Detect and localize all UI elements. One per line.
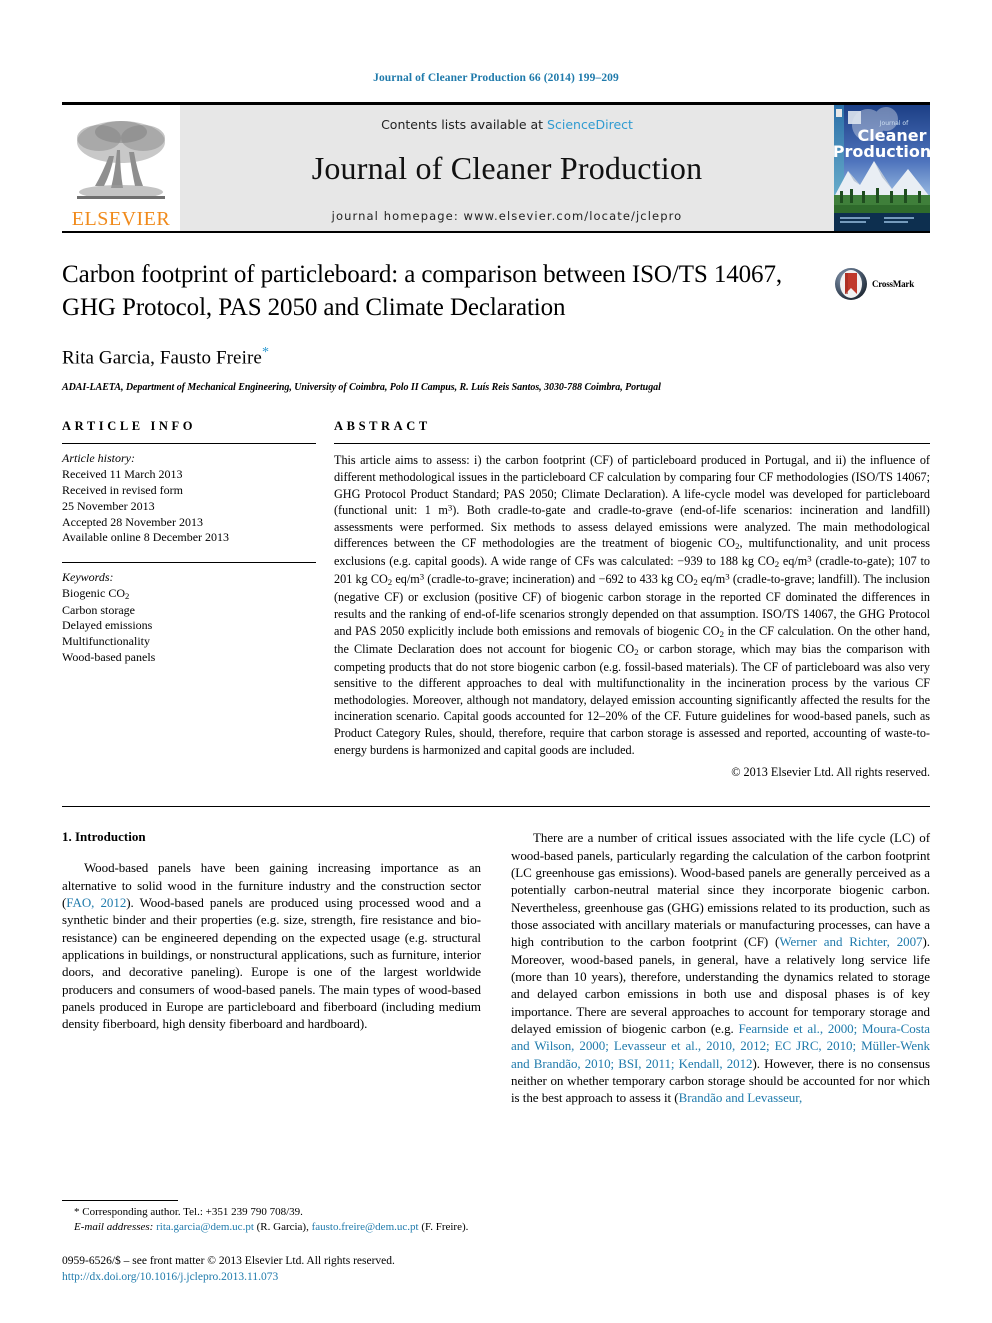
keyword-item: Multifunctionality: [62, 634, 150, 649]
body-top-rule: [62, 806, 930, 808]
keywords-label: Keywords:: [62, 570, 114, 585]
keywords-block: Keywords: Biogenic CO2 Carbon storage De…: [62, 570, 316, 666]
contents-available-line: Contents lists available at ScienceDirec…: [381, 117, 633, 132]
running-head: Journal of Cleaner Production 66 (2014) …: [373, 72, 619, 84]
keywords-rule: [62, 562, 316, 564]
cover-image: Journal of Cleaner Production: [834, 105, 930, 231]
doi-link[interactable]: http://dx.doi.org/10.1016/j.jclepro.2013…: [62, 1269, 482, 1285]
body-column-left: 1. Introduction Wood-based panels have b…: [62, 829, 481, 1107]
email-label: E-mail addresses:: [74, 1220, 154, 1233]
issn-line: 0959-6526/$ – see front matter © 2013 El…: [62, 1254, 395, 1267]
issn-block: 0959-6526/$ – see front matter © 2013 El…: [62, 1253, 482, 1285]
citation-werner-richter-2007[interactable]: Werner and Richter, 2007: [779, 934, 922, 949]
elsevier-logo: ELSEVIER: [62, 105, 180, 231]
sciencedirect-link[interactable]: ScienceDirect: [547, 117, 633, 132]
author-list: Rita Garcia, Fausto Freire*: [62, 345, 816, 369]
corresponding-author-marker: *: [261, 345, 270, 360]
email-link-garcia[interactable]: rita.garcia@dem.uc.pt: [156, 1221, 254, 1233]
abstract-text: This article aims to assess: i) the carb…: [334, 453, 931, 757]
article-info-heading: ARTICLE INFO: [62, 419, 197, 434]
footnote-rule: [62, 1199, 178, 1201]
body-columns: 1. Introduction Wood-based panels have b…: [62, 829, 930, 1107]
journal-cover-thumbnail: Journal of Cleaner Production: [834, 105, 930, 231]
abstract-column: ABSTRACT This article aims to assess: i)…: [334, 419, 930, 780]
keyword-item: Biogenic CO2: [62, 586, 130, 602]
abstract-copyright: © 2013 Elsevier Ltd. All rights reserved…: [731, 765, 930, 780]
elsevier-tree-icon: [77, 121, 165, 199]
article-history-item: Received in revised form: [62, 482, 183, 497]
intro-left-b: ). Wood-based panels are produced using …: [62, 894, 481, 1032]
crossmark-badge[interactable]: CrossMark: [834, 259, 930, 301]
article-info-column: ARTICLE INFO Article history: Received 1…: [62, 419, 316, 780]
article-info-rule: [62, 443, 316, 445]
journal-homepage[interactable]: journal homepage: www.elsevier.com/locat…: [332, 209, 683, 223]
citation-fao-2012[interactable]: FAO, 2012: [66, 895, 126, 910]
article-page: Journal of Cleaner Production 66 (2014) …: [0, 0, 992, 1323]
masthead-bottom-rule: [62, 231, 930, 233]
article-history-block: Article history: Received 11 March 2013 …: [62, 451, 316, 546]
info-abstract-row: ARTICLE INFO Article history: Received 1…: [62, 419, 930, 780]
email-link-freire[interactable]: fausto.freire@dem.uc.pt: [312, 1221, 419, 1233]
abstract-part: eq/m: [392, 572, 420, 587]
intro-right-a: There are a number of critical issues as…: [511, 830, 930, 950]
article-history-label: Article history:: [62, 451, 135, 466]
article-history-item: 25 November 2013: [62, 498, 155, 513]
citation-brandao-levasseur[interactable]: Brandão and Levasseur,: [679, 1090, 803, 1105]
keyword-item: Delayed emissions: [62, 618, 153, 633]
article-history-item: Available online 8 December 2013: [62, 530, 230, 545]
email-addresses-note: E-mail addresses: rita.garcia@dem.uc.pt …: [62, 1220, 482, 1235]
intro-paragraph-left: Wood-based panels have been gaining incr…: [62, 859, 481, 1032]
abstract-part: or carbon storage, which may bias the co…: [334, 641, 931, 757]
journal-title: Journal of Cleaner Production: [311, 150, 703, 186]
abstract-part: (cradle-to-grave; incineration) and −692…: [424, 572, 694, 587]
title-block: Carbon footprint of particleboard: a com…: [62, 259, 930, 393]
body-column-right: There are a number of critical issues as…: [511, 829, 930, 1107]
keyword-item: Wood-based panels: [62, 650, 156, 665]
footnote-block: * Corresponding author. Tel.: +351 239 7…: [62, 1199, 482, 1285]
intro-paragraph-right: There are a number of critical issues as…: [511, 829, 930, 1107]
author-names: Rita Garcia, Fausto Freire: [62, 347, 262, 369]
article-history-item: Accepted 28 November 2013: [62, 514, 203, 529]
svg-text:Production: Production: [834, 142, 930, 161]
email-owner-freire: (F. Freire).: [421, 1220, 469, 1233]
abstract-part: eq/m: [697, 572, 726, 587]
journal-masthead: ELSEVIER Contents lists available at Sci…: [62, 102, 930, 231]
abstract-heading: ABSTRACT: [334, 419, 431, 434]
abstract-part: eq/m: [779, 554, 808, 569]
affiliation: ADAI-LAETA, Department of Mechanical Eng…: [62, 382, 661, 394]
section-heading-introduction: 1. Introduction: [62, 829, 146, 845]
masthead-center: Contents lists available at ScienceDirec…: [180, 105, 834, 231]
corresponding-author-note: * Corresponding author. Tel.: +351 239 7…: [74, 1205, 303, 1218]
article-history-item: Received 11 March 2013: [62, 467, 183, 482]
email-owner-garcia: (R. Garcia),: [253, 1220, 312, 1233]
keyword-item: Carbon storage: [62, 602, 135, 617]
elsevier-wordmark: ELSEVIER: [71, 208, 171, 230]
contents-prefix: Contents lists available at: [381, 117, 548, 132]
page-title: Carbon footprint of particleboard: a com…: [62, 261, 783, 321]
abstract-rule: [334, 443, 930, 445]
crossmark-label: CrossMark: [872, 279, 915, 289]
crossmark-icon: [835, 268, 867, 300]
